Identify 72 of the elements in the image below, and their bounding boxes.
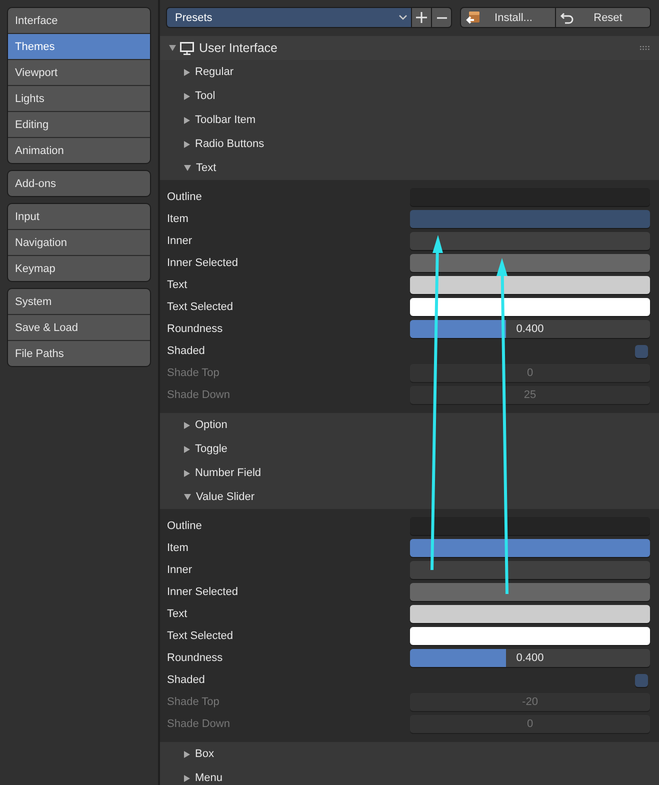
property-label: Item [167, 213, 188, 225]
subpanel-header[interactable]: Menu [160, 766, 659, 785]
subpanel-header[interactable]: Regular [160, 60, 659, 84]
property-label: Shade Top [167, 367, 220, 379]
property-label: Inner [167, 564, 192, 576]
property-label: Shaded [167, 345, 205, 357]
property-label: Shade Down [167, 389, 230, 401]
install-button[interactable]: Install... [461, 8, 555, 27]
property-label: Inner Selected [167, 586, 238, 598]
checkbox[interactable] [635, 344, 648, 358]
color-swatch[interactable] [410, 298, 650, 316]
property-label: Item [167, 542, 188, 554]
monitor-icon [180, 42, 194, 54]
remove-button[interactable] [432, 8, 451, 27]
property-label: Shade Down [167, 718, 230, 730]
sidebar-item[interactable]: Themes [8, 34, 150, 59]
subpanel-header[interactable]: Toggle [160, 437, 659, 461]
property-label: Text [167, 279, 188, 291]
plus-icon [416, 12, 427, 23]
subpanel-header[interactable]: Text [160, 156, 659, 180]
sidebar-item[interactable]: Navigation [8, 230, 150, 255]
sidebar-item[interactable]: Save & Load [8, 315, 150, 340]
property-label: Outline [167, 191, 202, 203]
sidebar-item[interactable]: Lights [8, 86, 150, 111]
property-label: Text Selected [167, 630, 234, 642]
subpanel-header[interactable]: Tool [160, 84, 659, 108]
property-label: Shaded [167, 674, 205, 686]
color-swatch[interactable] [410, 210, 650, 228]
slider-track[interactable]: 0.400 [410, 649, 650, 667]
grip-icon[interactable] [640, 46, 650, 50]
sidebar-item[interactable]: Input [8, 204, 150, 229]
subpanel-header[interactable]: Value Slider [160, 485, 659, 509]
subpanel-header[interactable]: Box [160, 742, 659, 766]
subpanel-header[interactable]: Number Field [160, 461, 659, 485]
color-swatch[interactable] [410, 539, 650, 557]
minus-icon [436, 16, 446, 18]
sidebar-item[interactable]: Editing [8, 112, 150, 137]
property-label: Text [167, 608, 188, 620]
reset-button[interactable]: Reset [556, 8, 650, 27]
color-swatch[interactable] [410, 254, 650, 272]
undo-icon [560, 12, 574, 24]
slider-track[interactable]: 0.400 [410, 320, 650, 338]
checkbox[interactable] [635, 674, 648, 686]
sidebar-item[interactable]: Viewport [8, 60, 150, 85]
color-swatch[interactable] [410, 232, 650, 250]
subpanel-header[interactable]: Toolbar Item [160, 108, 659, 132]
color-swatch[interactable] [410, 276, 650, 294]
sidebar-item[interactable]: Interface [8, 8, 150, 33]
sidebar-item[interactable]: File Paths [8, 341, 150, 366]
subpanel-header[interactable]: Option [160, 413, 659, 437]
subpanel-header[interactable]: Radio Buttons [160, 132, 659, 156]
property-label: Inner [167, 235, 192, 247]
color-swatch[interactable] [410, 517, 650, 535]
color-swatch[interactable] [410, 583, 650, 601]
box-arrow-icon [465, 10, 480, 24]
property-label: Inner Selected [167, 257, 238, 269]
sidebar-item[interactable]: Animation [8, 138, 150, 163]
sidebar-item[interactable]: Keymap [8, 256, 150, 281]
property-label: Roundness [167, 323, 223, 335]
property-label: Shade Top [167, 696, 220, 708]
property-label: Roundness [167, 652, 223, 664]
presets-dropdown[interactable]: Presets [167, 8, 411, 27]
property-label: Text Selected [167, 301, 234, 313]
color-swatch[interactable] [410, 627, 650, 645]
color-swatch[interactable] [410, 605, 650, 623]
sidebar-item[interactable]: Add-ons [8, 171, 150, 196]
sidebar-item[interactable]: System [8, 289, 150, 314]
panel-header[interactable]: User Interface [160, 36, 659, 60]
add-button[interactable] [412, 8, 431, 27]
chevron-down-icon [399, 15, 407, 20]
property-label: Outline [167, 520, 202, 532]
color-swatch[interactable] [410, 561, 650, 579]
